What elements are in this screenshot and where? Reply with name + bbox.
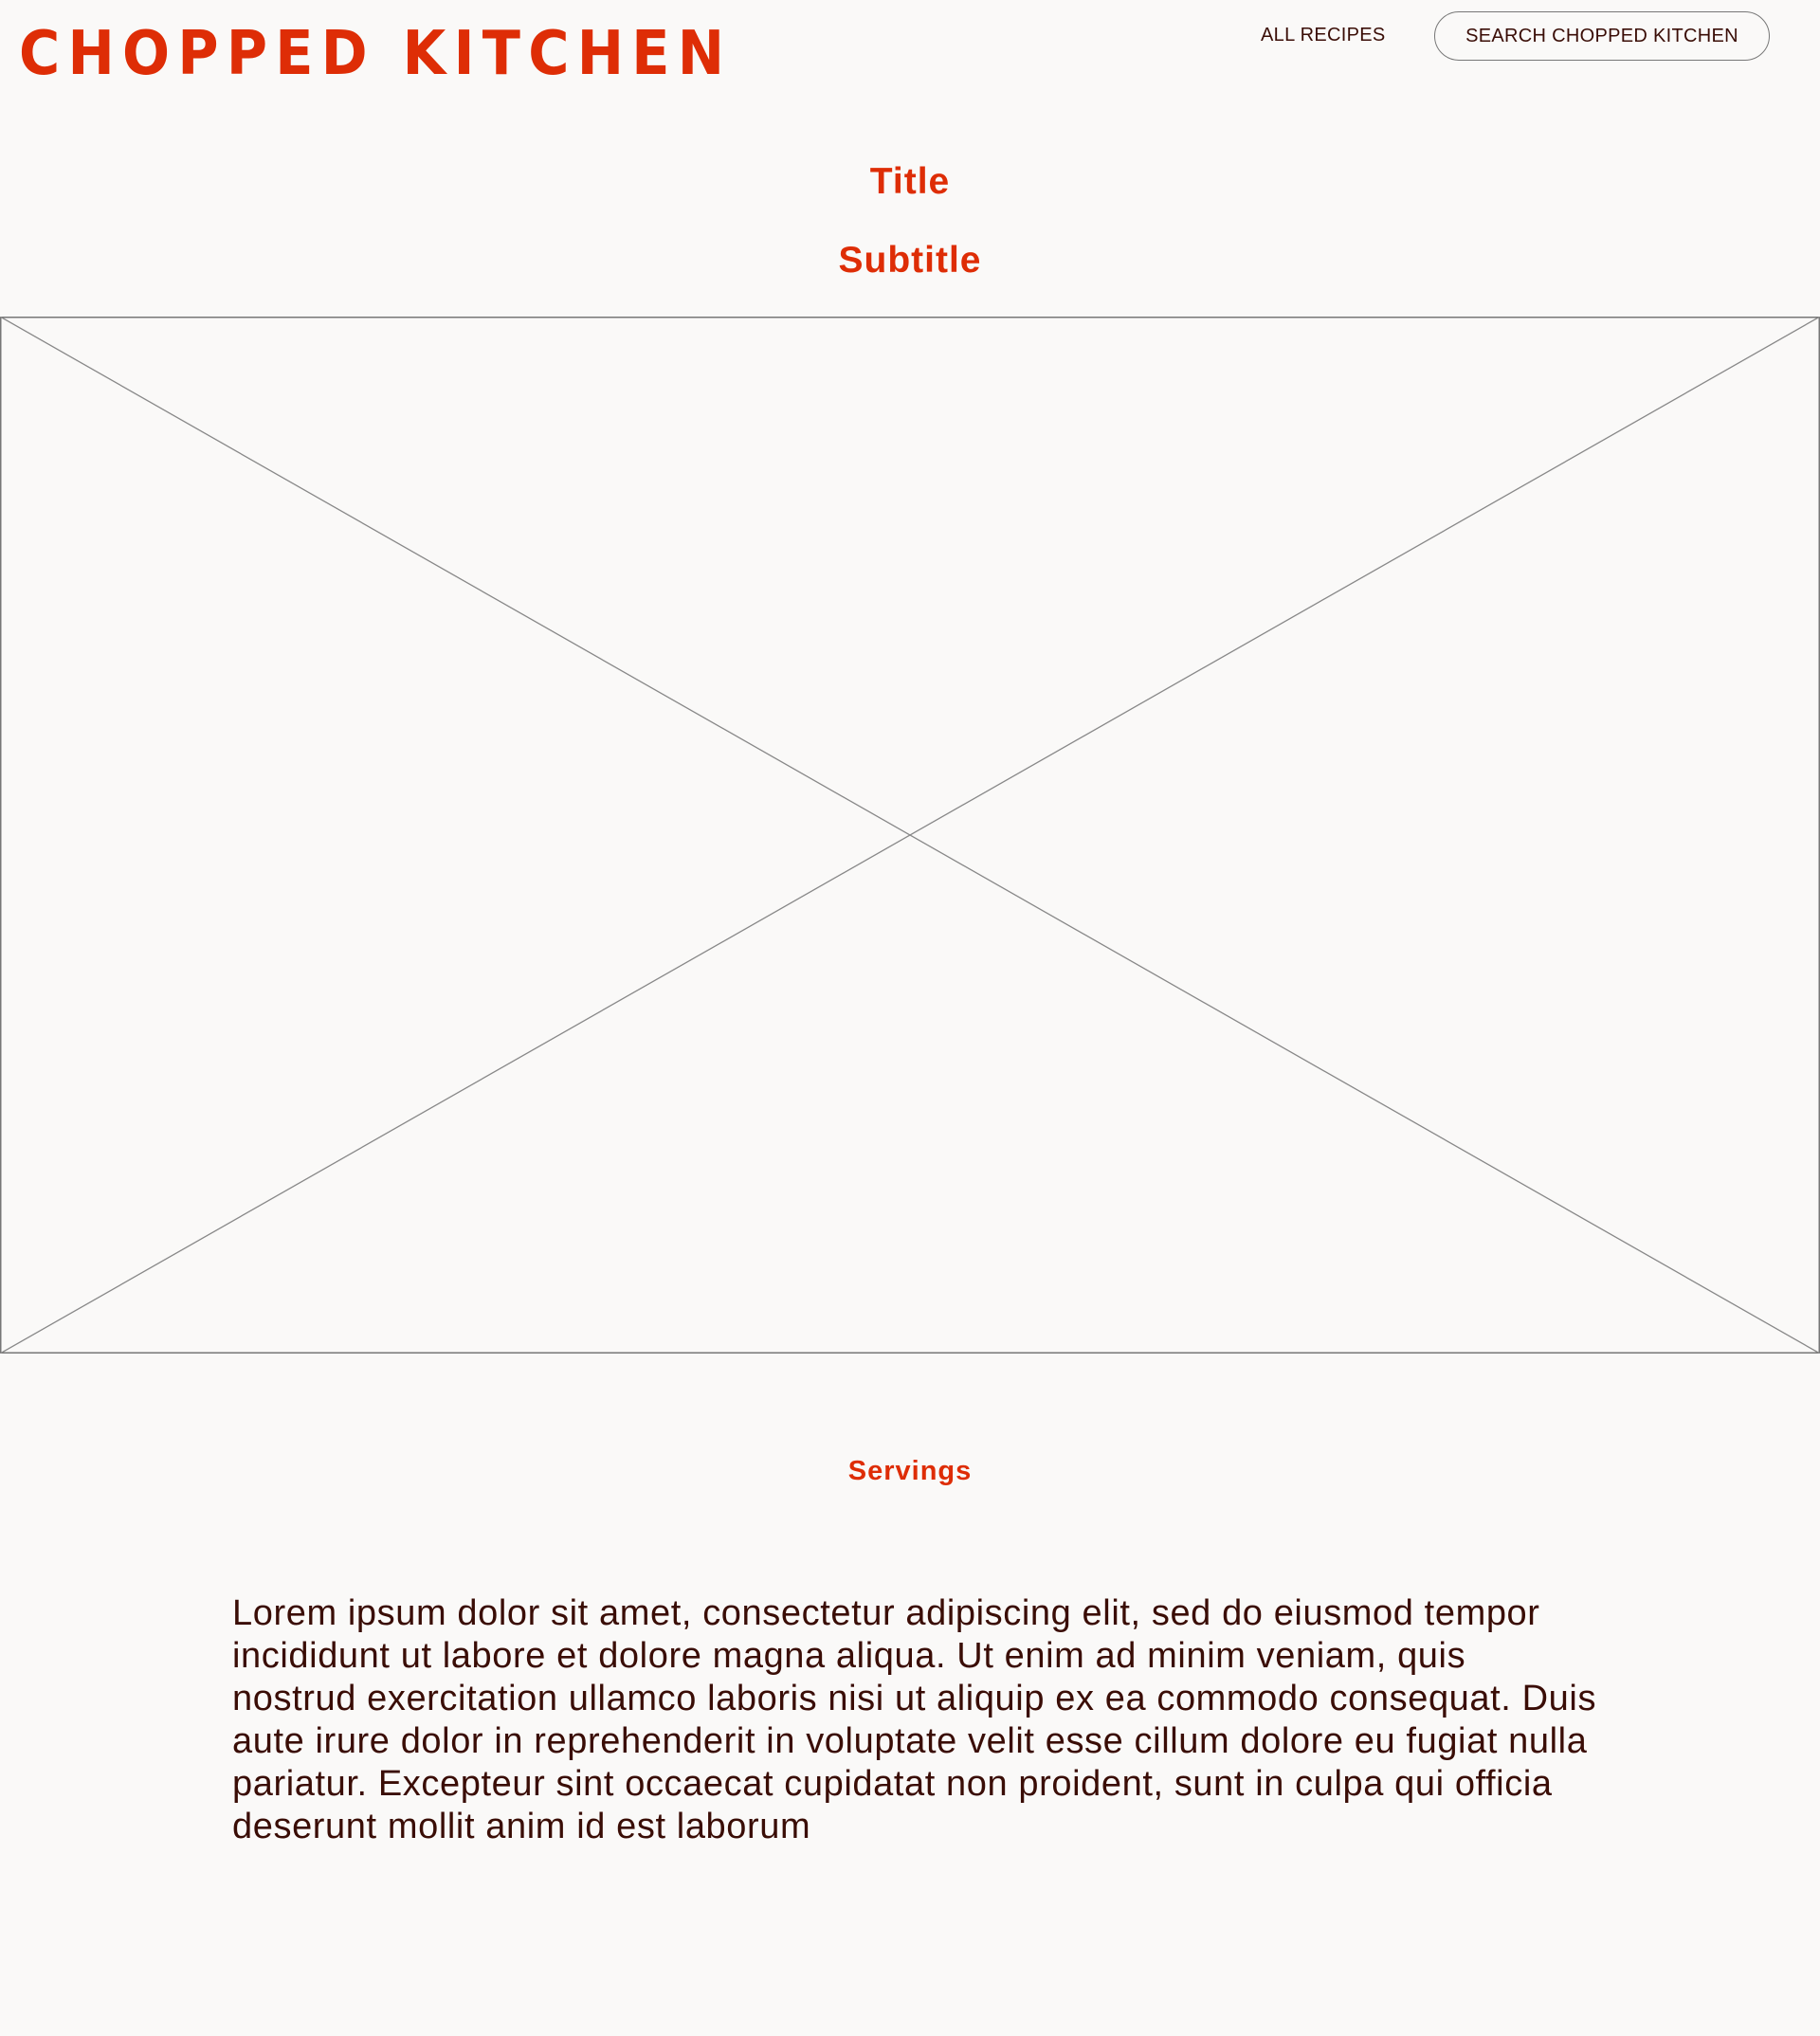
recipe-description: Lorem ipsum dolor sit amet, consectetur …	[232, 1593, 1597, 1846]
search-button-label: SEARCH CHOPPED KITCHEN	[1465, 25, 1738, 46]
recipe-image-placeholder	[0, 317, 1820, 1354]
search-button[interactable]: SEARCH CHOPPED KITCHEN	[1434, 11, 1770, 61]
site-logo[interactable]: CHOPPED KITCHEN	[19, 21, 732, 87]
recipe-title: Title	[869, 161, 951, 202]
image-placeholder-icon	[0, 317, 1820, 1354]
all-recipes-link[interactable]: ALL RECIPES	[1261, 25, 1386, 46]
recipe-subtitle: Subtitle	[838, 240, 982, 281]
servings-label: Servings	[847, 1456, 973, 1486]
